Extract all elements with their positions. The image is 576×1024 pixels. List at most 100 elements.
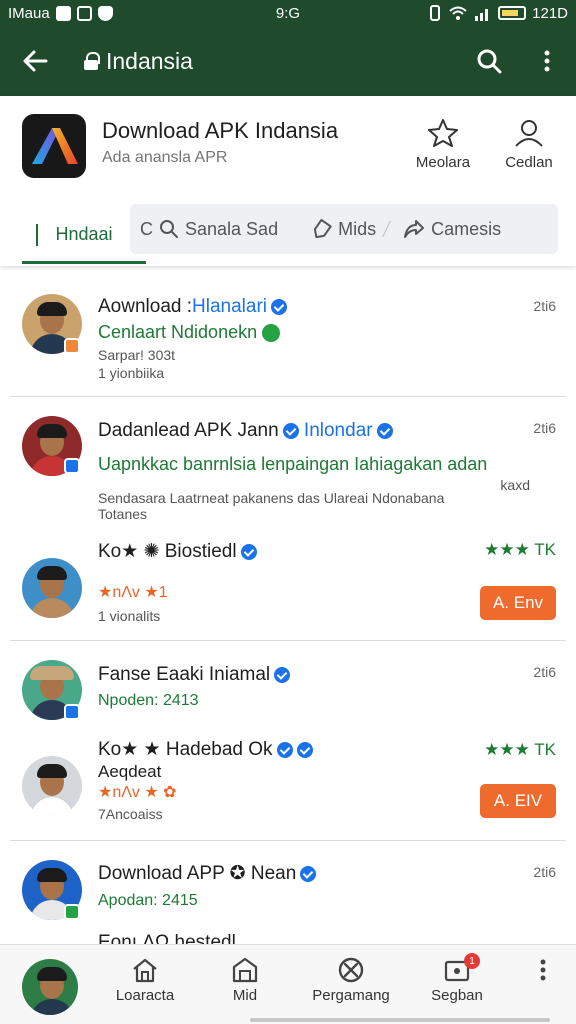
post-time: 2ti6 [533, 864, 556, 880]
back-button[interactable] [0, 26, 70, 96]
post-description: Sendasara Laatrneat pakanens das Ulareai… [98, 490, 445, 506]
favorite-button[interactable]: Meolara [408, 118, 478, 171]
status-badge [64, 338, 80, 354]
post-author: Ko★ ★ Hadebad Ok [98, 738, 313, 761]
store-icon [232, 957, 258, 983]
more-options-button[interactable] [518, 32, 576, 90]
verified-icon [376, 422, 393, 439]
app-logo [22, 114, 86, 178]
search-icon [477, 49, 502, 74]
verified-icon [274, 666, 291, 683]
verified-icon [276, 741, 293, 758]
bottom-nav: Loaracta Mid Pergamang 1 Segban [0, 944, 576, 1024]
lock-icon [84, 52, 100, 70]
battery-text: 121D [532, 4, 568, 22]
nav-item-store[interactable]: Mid [200, 957, 290, 1004]
tab-mids-label: Mids [338, 218, 377, 239]
profile-button[interactable]: Cedlan [494, 118, 564, 171]
post-author: Ko★ ✺ Biostiedl [98, 540, 257, 563]
verified-icon [300, 865, 317, 882]
search-icon [160, 220, 178, 238]
avatar [22, 756, 82, 816]
divider [10, 396, 566, 397]
app-bar: Indansia [0, 26, 576, 96]
tab-search-box: C Sanala Sad Mids Camesis [130, 204, 558, 254]
status-badge [64, 458, 80, 474]
post-subtitle: Npoden: 2413 [98, 692, 199, 709]
more-vertical-icon [544, 50, 550, 72]
tab-camesis[interactable]: Camesis [393, 219, 511, 240]
nav-notifications-label: Segban [431, 987, 483, 1004]
status-bar: IMaua 9:G 121D [0, 0, 576, 26]
verified-icon [282, 422, 299, 439]
nav-item-notifications[interactable]: 1 Segban [412, 953, 502, 1004]
verified-icon [296, 741, 313, 758]
divider [10, 640, 566, 641]
tab-bar: C Sanala Sad Mids Camesis Hndaai [0, 204, 576, 264]
share-icon [404, 220, 425, 238]
post-meta: 1 yionbiika [98, 365, 165, 381]
post-subtitle: Aeqdeat [98, 762, 162, 781]
divider [10, 840, 566, 841]
post-author: Aownload :Hlanalari [98, 296, 287, 318]
carrier-text: IMaua [8, 4, 50, 22]
app-header: Download APK Indansia Ada anansla APR Me… [0, 96, 576, 266]
post-meta: Totanes [98, 506, 148, 522]
more-vertical-icon [540, 959, 546, 981]
battery-icon [498, 6, 527, 20]
app-bar-actions [460, 32, 576, 90]
tab-home[interactable]: Hndaai [22, 206, 146, 262]
status-badge [64, 904, 80, 920]
home-indicator [250, 1018, 550, 1022]
post-title: Cenlaart Ndidonekn [98, 322, 281, 343]
wifi-icon [449, 6, 467, 20]
post-title: Uapnkkac banrnlsia lenpaingan Iahiagakan… [98, 454, 488, 474]
tab-search-label: Sanala Sad [185, 218, 279, 239]
nav-item-blocked[interactable]: Pergamang [306, 957, 396, 1004]
rating-stars: ★★★ TK [484, 740, 556, 759]
home-icon [133, 958, 157, 983]
feed: Aownload :Hlanalari Cenlaart Ndidonekn S… [0, 268, 576, 944]
tab-camesis-label: Camesis [431, 218, 502, 239]
tab-home-label: Hndaai [55, 223, 113, 244]
post-author: Dadanlead APK Jann Inlondar [98, 420, 393, 442]
star-icon [428, 119, 458, 147]
notification-app-icon [55, 5, 71, 21]
app-subtitle: Ada anansla APR [102, 149, 228, 166]
page-title: Indansia [106, 47, 193, 74]
post-meta: Sarpar! 303t [98, 347, 176, 363]
whatsapp-icon [262, 324, 281, 343]
nav-item-home[interactable]: Loaracta [100, 957, 190, 1004]
post-author: Fanse Eaaki Iniamal [98, 664, 291, 686]
status-right: 121D [428, 5, 568, 22]
post-time: 2ti6 [533, 298, 556, 314]
verified-icon [240, 543, 257, 560]
install-button[interactable]: A. EIV [480, 784, 556, 818]
blocked-icon [338, 957, 364, 983]
user-avatar[interactable] [22, 959, 78, 1015]
image-icon [76, 5, 92, 21]
status-left: IMaua [8, 5, 208, 22]
tab-search[interactable]: C Sanala Sad [130, 219, 288, 240]
tab-mids[interactable]: Mids [302, 219, 386, 240]
vibrate-icon [430, 5, 441, 21]
signal-icon [475, 9, 489, 21]
nav-store-label: Mid [232, 987, 258, 1004]
favorite-label: Meolara [415, 154, 471, 171]
post-meta: 7Ancoaiss [98, 806, 163, 822]
tab-home-indicator [22, 261, 146, 264]
nav-blocked-label: Pergamang [312, 987, 390, 1004]
person-icon [515, 120, 543, 147]
arrow-left-icon [23, 50, 48, 72]
search-button[interactable] [460, 32, 518, 90]
profile-label: Cedlan [505, 154, 553, 171]
post-meta: kaxd [500, 477, 530, 493]
tag-icon [314, 219, 332, 239]
install-button[interactable]: A. Env [480, 586, 556, 620]
post-time: 2ti6 [533, 664, 556, 680]
nav-more-button[interactable] [498, 957, 576, 987]
rating-stars: ★★★ TK [484, 540, 556, 559]
nav-home-label: Loaracta [115, 987, 175, 1004]
app-logo-icon [32, 128, 78, 164]
post-subtitle: Apodan: 2415 [98, 892, 198, 909]
